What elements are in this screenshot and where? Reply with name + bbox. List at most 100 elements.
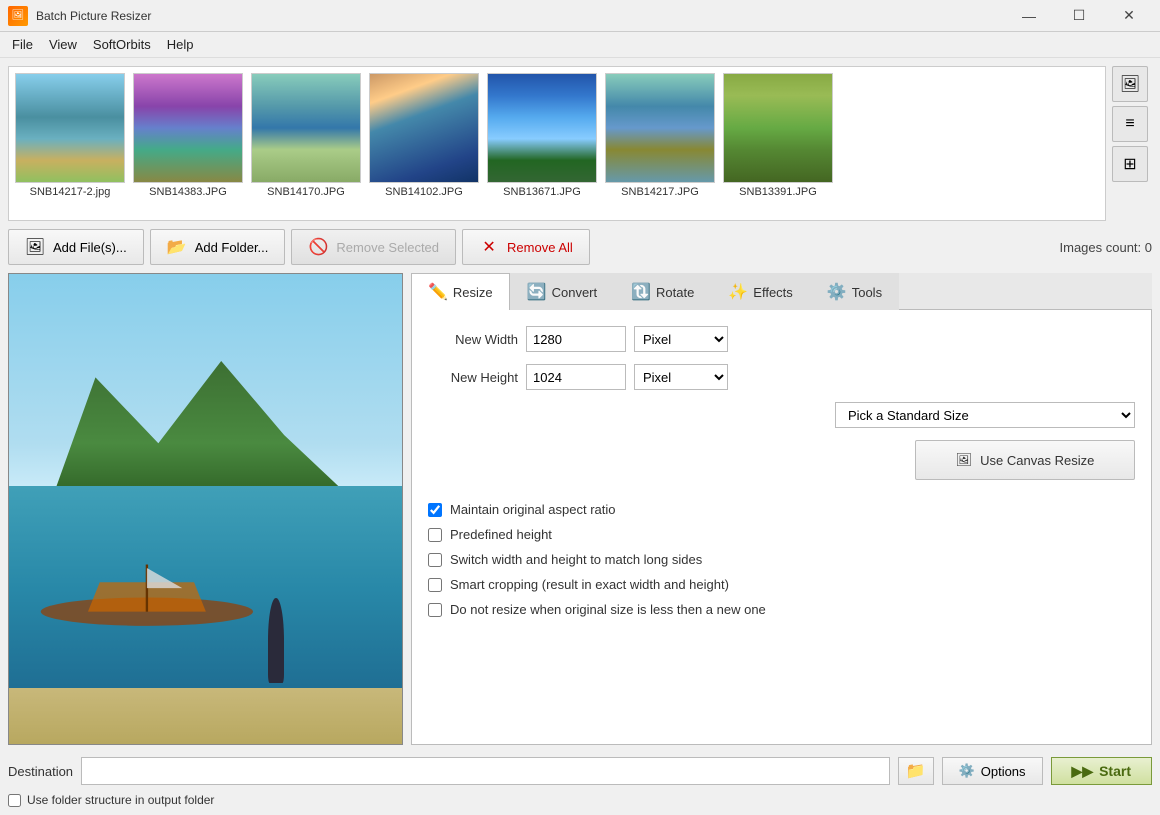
predefined-height-label: Predefined height bbox=[450, 527, 552, 542]
add-files-icon: 🖼 bbox=[25, 237, 45, 257]
start-button[interactable]: ▶▶ Start bbox=[1051, 757, 1152, 785]
thumbnail bbox=[723, 73, 833, 183]
minimize-button[interactable]: — bbox=[1006, 1, 1052, 31]
person-silhouette bbox=[268, 598, 284, 683]
height-row: New Height Pixel Percent Centimeter Inch bbox=[428, 364, 1135, 390]
height-unit-select[interactable]: Pixel Percent Centimeter Inch bbox=[634, 364, 728, 390]
rotate-tab-icon: 🔃 bbox=[631, 282, 651, 302]
remove-all-icon: ✕ bbox=[479, 237, 499, 257]
effects-tab-icon: ✨ bbox=[728, 282, 748, 302]
destination-label: Destination bbox=[8, 764, 73, 779]
predefined-height-checkbox[interactable] bbox=[428, 528, 442, 542]
add-folder-label: Add Folder... bbox=[195, 240, 269, 255]
destination-browse-button[interactable]: 📁 bbox=[898, 757, 934, 785]
image-strip-container: SNB14217-2.jpg SNB14383.JPG SNB14170.JPG… bbox=[8, 66, 1152, 221]
maintain-ratio-label: Maintain original aspect ratio bbox=[450, 502, 615, 517]
thumbnail bbox=[15, 73, 125, 183]
list-item[interactable]: SNB13671.JPG bbox=[487, 73, 597, 198]
tools-tab-label: Tools bbox=[852, 285, 882, 300]
list-item[interactable]: SNB13391.JPG bbox=[723, 73, 833, 198]
remove-selected-label: Remove Selected bbox=[336, 240, 439, 255]
image-filename: SNB14217.JPG bbox=[605, 186, 715, 198]
image-filename: SNB14217-2.jpg bbox=[15, 186, 125, 198]
image-strip[interactable]: SNB14217-2.jpg SNB14383.JPG SNB14170.JPG… bbox=[8, 66, 1106, 221]
bottom-section: Destination 📁 ⚙️ Options ▶▶ Start Use fo… bbox=[8, 751, 1152, 807]
tab-tools[interactable]: ⚙️ Tools bbox=[810, 273, 899, 310]
thumbnail bbox=[251, 73, 361, 183]
list-item[interactable]: SNB14217.JPG bbox=[605, 73, 715, 198]
add-folder-button[interactable]: 📂 Add Folder... bbox=[150, 229, 286, 265]
image-filename: SNB14383.JPG bbox=[133, 186, 243, 198]
width-row: New Width Pixel Percent Centimeter Inch bbox=[428, 326, 1135, 352]
list-item[interactable]: SNB14383.JPG bbox=[133, 73, 243, 198]
width-input[interactable] bbox=[526, 326, 626, 352]
smart-cropping-row: Smart cropping (result in exact width an… bbox=[428, 577, 1135, 592]
remove-all-button[interactable]: ✕ Remove All bbox=[462, 229, 590, 265]
width-unit-select[interactable]: Pixel Percent Centimeter Inch bbox=[634, 326, 728, 352]
image-filename: SNB13671.JPG bbox=[487, 186, 597, 198]
thumbnail bbox=[487, 73, 597, 183]
convert-tab-label: Convert bbox=[552, 285, 598, 300]
list-item[interactable]: SNB14217-2.jpg bbox=[15, 73, 125, 198]
list-item[interactable]: SNB14170.JPG bbox=[251, 73, 361, 198]
menu-help[interactable]: Help bbox=[159, 34, 202, 55]
switch-dimensions-checkbox[interactable] bbox=[428, 553, 442, 567]
destination-bar: Destination 📁 ⚙️ Options ▶▶ Start bbox=[8, 751, 1152, 789]
canvas-resize-label: Use Canvas Resize bbox=[980, 453, 1094, 468]
boat-svg bbox=[29, 547, 265, 641]
standard-size-select[interactable]: Pick a Standard Size 640×480 (VGA) 800×6… bbox=[835, 402, 1135, 428]
list-item[interactable]: SNB14102.JPG bbox=[369, 73, 479, 198]
options-button[interactable]: ⚙️ Options bbox=[942, 757, 1043, 785]
folder-structure-row: Use folder structure in output folder bbox=[8, 793, 1152, 807]
smart-cropping-label: Smart cropping (result in exact width an… bbox=[450, 577, 729, 592]
height-input[interactable] bbox=[526, 364, 626, 390]
tab-rotate[interactable]: 🔃 Rotate bbox=[614, 273, 711, 310]
canvas-resize-button[interactable]: 🖼 Use Canvas Resize bbox=[915, 440, 1135, 480]
maintain-ratio-row: Maintain original aspect ratio bbox=[428, 502, 1135, 517]
maximize-button[interactable]: ☐ bbox=[1056, 1, 1102, 31]
window-controls: — ☐ ✕ bbox=[1006, 1, 1152, 31]
canvas-resize-icon: 🖼 bbox=[956, 452, 973, 468]
app-icon: 🖼 bbox=[8, 6, 28, 26]
preview-panel bbox=[8, 273, 403, 745]
remove-selected-button[interactable]: 🚫 Remove Selected bbox=[291, 229, 456, 265]
menu-softorbits[interactable]: SoftOrbits bbox=[85, 34, 159, 55]
preview-scene bbox=[9, 274, 402, 744]
list-view-button[interactable]: ≡ bbox=[1112, 106, 1148, 142]
menu-file[interactable]: File bbox=[4, 34, 41, 55]
convert-tab-icon: 🔄 bbox=[527, 282, 547, 302]
toolbar: 🖼 Add File(s)... 📂 Add Folder... 🚫 Remov… bbox=[8, 227, 1152, 267]
tab-content-resize: New Width Pixel Percent Centimeter Inch … bbox=[411, 310, 1152, 745]
tab-effects[interactable]: ✨ Effects bbox=[711, 273, 809, 310]
destination-input[interactable] bbox=[81, 757, 890, 785]
image-filename: SNB13391.JPG bbox=[723, 186, 833, 198]
maintain-ratio-checkbox[interactable] bbox=[428, 503, 442, 517]
tab-convert[interactable]: 🔄 Convert bbox=[510, 273, 614, 310]
image-filename: SNB14102.JPG bbox=[369, 186, 479, 198]
right-panel: ✏️ Resize 🔄 Convert 🔃 Rotate ✨ Effects ⚙… bbox=[411, 273, 1152, 745]
thumbnail bbox=[369, 73, 479, 183]
images-count: Images count: 0 bbox=[1060, 240, 1153, 255]
options-gear-icon: ⚙️ bbox=[959, 763, 975, 779]
resize-tab-label: Resize bbox=[453, 285, 493, 300]
image-filename: SNB14170.JPG bbox=[251, 186, 361, 198]
start-label: Start bbox=[1099, 763, 1131, 779]
folder-structure-label: Use folder structure in output folder bbox=[27, 793, 214, 807]
smart-cropping-checkbox[interactable] bbox=[428, 578, 442, 592]
remove-selected-icon: 🚫 bbox=[308, 237, 328, 257]
grid-view-button[interactable]: ⊞ bbox=[1112, 146, 1148, 182]
menu-view[interactable]: View bbox=[41, 34, 85, 55]
no-resize-checkbox[interactable] bbox=[428, 603, 442, 617]
folder-structure-checkbox[interactable] bbox=[8, 794, 21, 807]
tab-resize[interactable]: ✏️ Resize bbox=[411, 273, 510, 310]
large-view-button[interactable]: 🖼 bbox=[1112, 66, 1148, 102]
checkboxes-section: Maintain original aspect ratio Predefine… bbox=[428, 502, 1135, 617]
resize-tab-icon: ✏️ bbox=[428, 282, 448, 302]
add-files-button[interactable]: 🖼 Add File(s)... bbox=[8, 229, 144, 265]
thumbnail bbox=[605, 73, 715, 183]
no-resize-row: Do not resize when original size is less… bbox=[428, 602, 1135, 617]
width-label: New Width bbox=[428, 332, 518, 347]
add-files-label: Add File(s)... bbox=[53, 240, 127, 255]
switch-dimensions-row: Switch width and height to match long si… bbox=[428, 552, 1135, 567]
close-button[interactable]: ✕ bbox=[1106, 1, 1152, 31]
